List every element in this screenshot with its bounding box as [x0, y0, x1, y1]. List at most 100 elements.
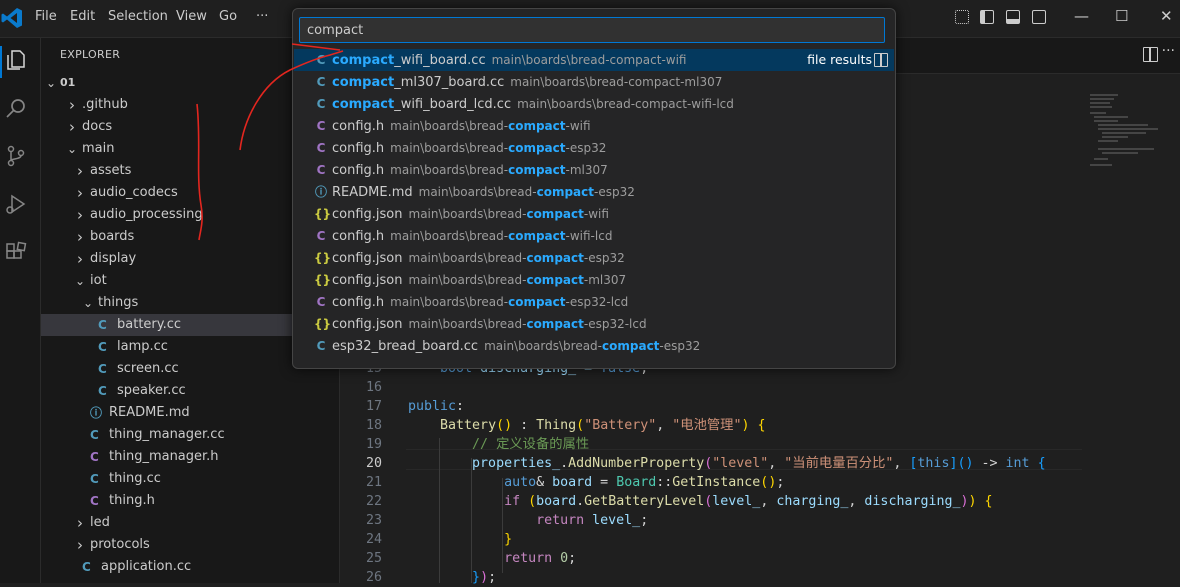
quick-open-item[interactable]: Ccompact_wifi_board_lcd.cc main\boards\br…	[294, 93, 894, 115]
quick-open-item[interactable]: {} config.json main\boards\bread-compact-e…	[294, 313, 894, 335]
run-debug-icon[interactable]	[4, 192, 28, 216]
toggle-secondary-sidebar-icon[interactable]	[1032, 10, 1046, 24]
code-token: &	[536, 475, 553, 490]
quick-open-item[interactable]: Cesp32_bread_board.cc main\boards\bread-c…	[294, 335, 894, 357]
open-to-side-icon[interactable]	[874, 53, 888, 67]
tree-item-label: protocols	[90, 537, 150, 552]
tree-item-label: thing.h	[109, 493, 155, 508]
tree-item-label: boards	[90, 229, 135, 244]
label-part: config.json	[332, 317, 403, 332]
quick-open-item[interactable]: Ccompact_wifi_board.cc main\boards\bread-…	[294, 49, 894, 71]
line-number: 16	[365, 380, 382, 395]
code-token: "电池管理"	[672, 418, 742, 433]
tree-file[interactable]: Cthing_manager.h	[41, 446, 339, 468]
cpp-file-icon: C	[98, 362, 107, 376]
header-file-icon: C	[316, 229, 326, 243]
quick-open-item-path: main\boards\bread-compact-esp32-lcd	[409, 317, 647, 331]
extensions-icon[interactable]	[4, 240, 28, 264]
chevron-right-icon: ›	[77, 162, 83, 180]
code-token: {	[1037, 456, 1046, 471]
quick-open-item[interactable]: Ccompact_ml307_board.cc main\boards\bread…	[294, 71, 894, 93]
maximize-icon[interactable]: ☐	[1115, 7, 1128, 25]
path-part: compact	[526, 251, 584, 265]
code-token: )	[965, 456, 974, 471]
json-file-icon: {}	[314, 273, 332, 287]
menu-file[interactable]: File	[35, 9, 57, 24]
tree-folder[interactable]: › led	[41, 512, 339, 534]
code-token: auto	[504, 475, 537, 490]
line-number: 23	[365, 513, 382, 528]
toggle-panel-icon[interactable]	[1006, 10, 1020, 24]
customize-layout-icon[interactable]	[955, 10, 969, 24]
minimap[interactable]	[1088, 93, 1178, 173]
split-editor-icon[interactable]	[1143, 47, 1158, 62]
tree-file[interactable]: Cthing.cc	[41, 468, 339, 490]
quick-open-item[interactable]: Cconfig.h main\boards\bread-compact-wifi	[294, 115, 894, 137]
tree-file[interactable]: Cspeaker.cc	[41, 380, 339, 402]
vscode-logo-icon[interactable]	[0, 5, 24, 31]
close-icon[interactable]: ✕	[1160, 7, 1173, 25]
tree-item-label: display	[90, 251, 137, 266]
path-part: -esp32-lcd	[565, 295, 629, 309]
code-text: return level_;	[408, 511, 648, 530]
quick-open-item[interactable]: ⓘ README.md main\boards\bread-compact-esp3…	[294, 181, 894, 203]
quick-open-item[interactable]: {} config.json main\boards\bread-compact-w…	[294, 203, 894, 225]
path-part: main\boards\bread-	[408, 273, 527, 287]
quick-open-item-path: main\boards\bread-compact-wifi	[390, 119, 590, 133]
tree-folder[interactable]: › protocols	[41, 534, 339, 556]
code-token: ;	[568, 551, 577, 566]
code-token: }	[504, 532, 513, 547]
search-icon[interactable]	[4, 96, 28, 120]
quick-open-input[interactable]	[299, 17, 885, 43]
code-text: auto& board = Board::GetInstance();	[408, 473, 784, 492]
menu-go[interactable]: Go	[219, 9, 237, 24]
path-part: -esp32	[583, 251, 625, 265]
minimize-icon[interactable]: —	[1074, 7, 1089, 25]
quick-open-item[interactable]: {} config.json main\boards\bread-compact-e…	[294, 247, 894, 269]
path-part: compact	[526, 317, 584, 331]
quick-open-item-label: compact_wifi_board.cc main\boards\bread-c…	[332, 49, 686, 72]
explorer-icon[interactable]	[4, 48, 28, 72]
quick-open-item-path: main\boards\bread-compact-wifi-lcd	[517, 97, 734, 111]
menu-edit[interactable]: Edit	[70, 9, 95, 24]
header-file-icon: C	[316, 141, 326, 155]
quick-open-item[interactable]: Cconfig.h main\boards\bread-compact-ml307	[294, 159, 894, 181]
tree-file[interactable]: Cthing_manager.cc	[41, 424, 339, 446]
file-results-label: file results	[807, 52, 872, 67]
json-file-icon: {}	[314, 317, 332, 331]
code-token: ,	[893, 456, 910, 471]
quick-open-item[interactable]: {} config.json main\boards\bread-compact-m…	[294, 269, 894, 291]
quick-open-item-label: config.h main\boards\bread-compact-ml307	[332, 159, 608, 182]
path-part: main\boards\bread-	[390, 141, 509, 155]
label-part: _ml307_board.cc	[394, 75, 505, 90]
more-menu-icon[interactable]: ···	[256, 9, 268, 24]
more-actions-icon[interactable]: ···	[1162, 43, 1175, 59]
quick-open-item-label: config.h main\boards\bread-compact-wifi	[332, 115, 591, 138]
tree-file[interactable]: ⓘ README.md	[41, 402, 339, 424]
tree-item-label: application.cc	[101, 559, 192, 574]
code-token: this	[917, 456, 950, 471]
menu-selection[interactable]: Selection	[108, 9, 168, 24]
tree-file[interactable]: Cthing.h	[41, 490, 339, 512]
code-token: ->	[973, 456, 1006, 471]
source-control-icon[interactable]	[4, 144, 28, 168]
quick-open-item[interactable]: Cconfig.h main\boards\bread-compact-esp32	[294, 137, 894, 159]
quick-open-item[interactable]: Cconfig.h main\boards\bread-compact-esp32…	[294, 291, 894, 313]
path-part: -ml307	[565, 163, 608, 177]
tree-file[interactable]: Capplication.cc	[41, 556, 339, 578]
label-part: config.json	[332, 273, 403, 288]
code-token: .	[576, 494, 585, 509]
code-token: ;	[640, 513, 649, 528]
label-part: config.h	[332, 141, 385, 156]
menu-view[interactable]: View	[176, 9, 207, 24]
chevron-down-icon: ⌄	[74, 274, 86, 288]
quick-open-item[interactable]: Cconfig.h main\boards\bread-compact-wifi-…	[294, 225, 894, 247]
quick-open-item-label: config.json main\boards\bread-compact-wif…	[332, 203, 609, 226]
quick-open-dialog: Ccompact_wifi_board.ccmain\boards\bread-…	[292, 8, 896, 369]
line-number: 25	[365, 551, 382, 566]
toggle-primary-sidebar-icon[interactable]	[980, 10, 994, 24]
label-part: config.h	[332, 119, 385, 134]
code-token: return	[536, 513, 585, 528]
label-part: compact	[332, 53, 395, 68]
